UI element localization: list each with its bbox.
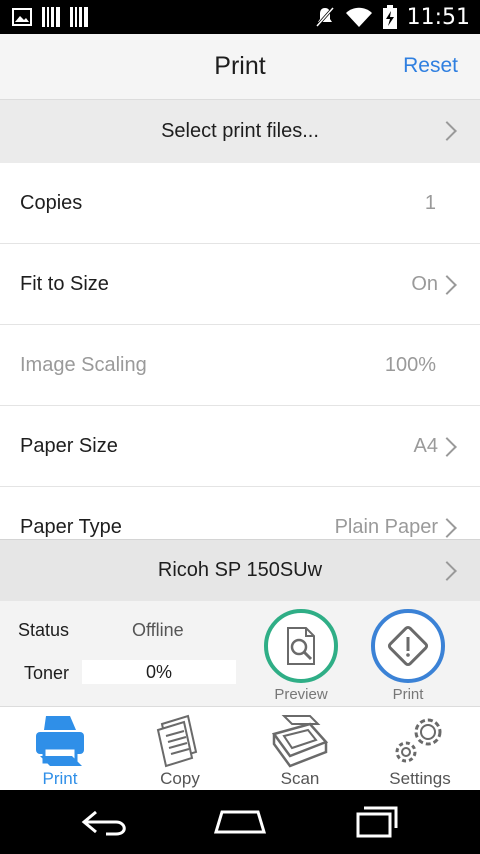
setting-label: Fit to Size bbox=[20, 273, 109, 295]
select-print-files-label: Select print files... bbox=[161, 120, 319, 142]
preview-button[interactable] bbox=[264, 609, 338, 683]
setting-value: On bbox=[411, 273, 438, 295]
gears-icon bbox=[395, 718, 442, 763]
barcode-notification-icon bbox=[70, 7, 88, 27]
setting-value: A4 bbox=[413, 435, 438, 457]
preview-label: Preview bbox=[274, 686, 328, 703]
battery-charging-icon bbox=[382, 5, 397, 29]
setting-value: Plain Paper bbox=[334, 516, 438, 538]
setting-value: 1 bbox=[424, 192, 436, 214]
start-diamond-icon bbox=[387, 625, 429, 667]
scanner-icon bbox=[271, 715, 329, 768]
printer-name: Ricoh SP 150SUw bbox=[157, 559, 323, 581]
home-icon[interactable] bbox=[210, 804, 270, 840]
app-header: Print Reset bbox=[0, 34, 480, 100]
chevron-right-icon bbox=[437, 518, 457, 538]
reset-button[interactable]: Reset bbox=[403, 54, 458, 78]
status-time: 11:51 bbox=[406, 4, 470, 30]
tab-label: Copy bbox=[160, 769, 200, 788]
tab-settings[interactable]: Settings bbox=[360, 707, 480, 790]
setting-label: Image Scaling bbox=[20, 354, 147, 376]
image-notification-icon bbox=[12, 8, 32, 26]
print-button[interactable] bbox=[371, 609, 445, 683]
chevron-right-icon bbox=[437, 437, 457, 457]
setting-row-fit-to-size[interactable]: Fit to Size On bbox=[0, 244, 480, 325]
barcode-notification-icon bbox=[42, 7, 60, 27]
copy-documents-icon bbox=[156, 714, 198, 768]
setting-row-paper-size[interactable]: Paper Size A4 bbox=[0, 406, 480, 487]
back-icon[interactable] bbox=[76, 804, 136, 840]
toner-value: 0% bbox=[145, 662, 172, 682]
print-settings-list[interactable]: Copies 1 Fit to Size On Image Scaling 10… bbox=[0, 163, 480, 539]
status-bar: 11:51 bbox=[0, 0, 480, 34]
setting-label: Copies bbox=[20, 192, 83, 214]
printer-select-row[interactable]: Ricoh SP 150SUw bbox=[0, 539, 480, 601]
setting-row-image-scaling: Image Scaling 100% bbox=[0, 325, 480, 406]
preview-document-icon bbox=[287, 627, 315, 665]
chevron-right-icon bbox=[437, 275, 457, 295]
wifi-icon bbox=[345, 7, 372, 27]
setting-label: Paper Size bbox=[20, 435, 118, 457]
select-print-files-row[interactable]: Select print files... bbox=[0, 100, 480, 163]
tab-label: Scan bbox=[280, 769, 320, 788]
print-label: Print bbox=[392, 686, 424, 703]
printer-icon bbox=[36, 716, 84, 766]
setting-value: 100% bbox=[384, 354, 436, 376]
status-value: Offline bbox=[132, 620, 184, 640]
system-nav-bar bbox=[0, 790, 480, 854]
tab-label: Settings bbox=[389, 769, 451, 788]
tab-print[interactable]: Print bbox=[0, 707, 120, 790]
setting-label: Paper Type bbox=[20, 516, 122, 538]
tab-scan[interactable]: Scan bbox=[240, 707, 360, 790]
tab-copy[interactable]: Copy bbox=[120, 707, 240, 790]
status-label: Status bbox=[18, 620, 70, 640]
recent-apps-icon[interactable] bbox=[344, 804, 404, 840]
tab-label: Print bbox=[42, 769, 78, 788]
setting-row-paper-type[interactable]: Paper Type Plain Paper bbox=[0, 487, 480, 539]
mute-icon bbox=[315, 7, 334, 27]
toner-label: Toner bbox=[24, 663, 70, 683]
setting-row-copies[interactable]: Copies 1 bbox=[0, 163, 480, 244]
toner-level-bar: 0% bbox=[82, 660, 236, 684]
bottom-tab-bar: Print Copy Scan Settings bbox=[0, 707, 480, 790]
